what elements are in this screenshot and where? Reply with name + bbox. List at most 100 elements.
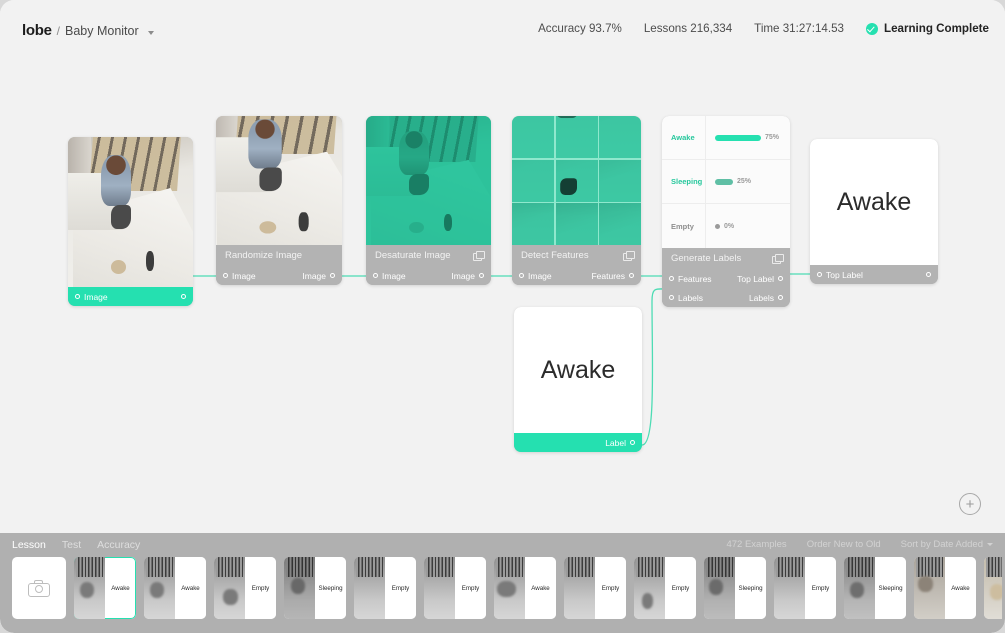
layers-icon[interactable] xyxy=(473,251,485,261)
brand-logo[interactable]: lobe xyxy=(22,22,52,39)
node-header[interactable]: Randomize Image xyxy=(216,245,342,266)
order-toggle[interactable]: Order New to Old xyxy=(807,539,881,550)
node-input-image[interactable]: Image xyxy=(68,137,193,306)
port-dot-icon[interactable] xyxy=(630,440,635,445)
list-item[interactable]: Empty xyxy=(564,557,626,619)
list-item[interactable]: Empty xyxy=(214,557,276,619)
tab-accuracy[interactable]: Accuracy xyxy=(97,539,140,551)
list-item[interactable]: Empty xyxy=(424,557,486,619)
port-row[interactable]: Label xyxy=(514,433,642,452)
port-dot-icon[interactable] xyxy=(373,273,378,278)
tab-test[interactable]: Test xyxy=(62,539,81,551)
port-dot-icon[interactable] xyxy=(669,276,674,281)
port-dot-icon[interactable] xyxy=(669,295,674,300)
port-row[interactable]: Image Image xyxy=(366,266,491,285)
node-desaturate-image[interactable]: Desaturate Image Image Image xyxy=(366,116,491,285)
input-port[interactable]: Image xyxy=(75,292,108,302)
thumbnail-image xyxy=(494,557,525,619)
class-label: Empty xyxy=(662,204,706,248)
node-label-input[interactable]: Awake Label xyxy=(514,307,642,452)
port-dot-icon[interactable] xyxy=(330,273,335,278)
port-dot-icon[interactable] xyxy=(629,273,634,278)
list-item[interactable]: Awake xyxy=(74,557,136,619)
port-dot-icon[interactable] xyxy=(778,276,783,281)
input-port[interactable]: Features xyxy=(669,274,712,284)
node-ports[interactable]: Image Features xyxy=(512,266,641,285)
port-row[interactable]: Features Top Label xyxy=(662,269,790,288)
list-item[interactable]: Empty xyxy=(354,557,416,619)
node-ports[interactable]: Image Image xyxy=(216,266,342,285)
node-detect-features[interactable]: Detect Features Image Features xyxy=(512,116,641,285)
output-port[interactable]: Top Label xyxy=(737,274,783,284)
port-dot-icon[interactable] xyxy=(479,273,484,278)
input-port[interactable]: Image xyxy=(519,271,552,281)
tab-lesson[interactable]: Lesson xyxy=(12,539,46,551)
examples-count: 472 Examples xyxy=(726,539,787,550)
port-dot-icon[interactable] xyxy=(519,273,524,278)
thumbnail-label: Empty xyxy=(595,557,626,619)
port-row[interactable]: Labels Labels xyxy=(662,288,790,307)
output-port-dot-icon[interactable] xyxy=(181,294,186,299)
input-port[interactable]: Image xyxy=(223,271,256,281)
node-ports[interactable]: Top Label xyxy=(810,265,938,284)
node-thumbnail xyxy=(68,137,193,287)
thumbnail-image xyxy=(914,557,945,619)
input-port[interactable]: Top Label xyxy=(817,270,863,280)
chevron-down-icon[interactable] xyxy=(987,542,993,546)
list-item[interactable]: Sleeping xyxy=(284,557,346,619)
label-probabilities-chart: Awake 75% Sleeping 25% Empty 0% xyxy=(662,116,790,248)
port-dot-icon[interactable] xyxy=(817,272,822,277)
port-row[interactable]: Image Features xyxy=(512,266,641,285)
node-ports[interactable]: Image xyxy=(68,287,193,306)
list-item[interactable]: Empty xyxy=(634,557,696,619)
node-thumbnail xyxy=(366,116,491,245)
list-item[interactable]: Sleeping xyxy=(844,557,906,619)
layers-icon[interactable] xyxy=(772,254,784,264)
add-node-button[interactable]: + xyxy=(959,493,981,515)
node-ports[interactable]: Image Image xyxy=(366,266,491,285)
output-port[interactable]: Features xyxy=(591,271,634,281)
output-port[interactable]: Labels xyxy=(749,293,783,303)
node-generate-labels[interactable]: Awake 75% Sleeping 25% Empty 0% Generate… xyxy=(662,116,790,307)
list-item[interactable]: Awake xyxy=(914,557,976,619)
port-dot-icon[interactable] xyxy=(75,294,80,299)
input-port[interactable]: Labels xyxy=(669,293,703,303)
port-row[interactable]: Image xyxy=(68,287,193,306)
node-randomize-image[interactable]: Randomize Image Image Image xyxy=(216,116,342,285)
bottom-tabs[interactable]: Lesson Test Accuracy xyxy=(12,539,140,551)
port-dot-icon[interactable] xyxy=(223,273,228,278)
list-item[interactable]: Empty xyxy=(774,557,836,619)
thumbnail-label: Empty xyxy=(805,557,836,619)
header-stats: Accuracy 93.7% Lessons 216,334 Time 31:2… xyxy=(538,22,989,35)
breadcrumb[interactable]: lobe / Baby Monitor xyxy=(22,22,154,39)
input-port[interactable]: Image xyxy=(373,271,406,281)
list-item[interactable]: Awake xyxy=(984,557,1002,619)
list-item[interactable]: Sleeping xyxy=(704,557,766,619)
node-ports[interactable]: Label xyxy=(514,433,642,452)
layers-icon[interactable] xyxy=(623,251,635,261)
chevron-down-icon[interactable] xyxy=(147,31,154,35)
output-port[interactable]: Image xyxy=(302,271,335,281)
sort-dropdown[interactable]: Sort by Date Added xyxy=(901,539,993,550)
port-label: Labels xyxy=(748,292,774,303)
node-header[interactable]: Desaturate Image xyxy=(366,245,491,266)
project-name[interactable]: Baby Monitor xyxy=(65,24,139,38)
output-port[interactable]: Image xyxy=(451,271,484,281)
node-header[interactable]: Detect Features xyxy=(512,245,641,266)
node-ports[interactable]: Features Top Label Labels Labels xyxy=(662,269,790,307)
port-row[interactable]: Image Image xyxy=(216,266,342,285)
examples-strip[interactable]: Awake Awake Empty Sleeping Empty Empty A… xyxy=(12,557,1002,619)
port-label: Image xyxy=(528,270,552,281)
list-item[interactable]: Awake xyxy=(144,557,206,619)
output-port[interactable]: Label xyxy=(605,438,635,448)
node-header[interactable]: Generate Labels xyxy=(662,248,790,269)
node-graph-canvas[interactable]: Image Randomize Image Image Image Desatu… xyxy=(0,61,1005,533)
capture-button[interactable] xyxy=(12,557,66,619)
list-item[interactable]: Awake xyxy=(494,557,556,619)
thumbnail-label: Sleeping xyxy=(875,557,906,619)
port-row[interactable]: Top Label xyxy=(810,265,938,284)
status-label: Learning Complete xyxy=(883,22,989,35)
port-dot-icon[interactable] xyxy=(778,295,783,300)
node-top-label-output[interactable]: Awake Top Label xyxy=(810,139,938,284)
output-port-dot-icon[interactable] xyxy=(926,272,931,277)
